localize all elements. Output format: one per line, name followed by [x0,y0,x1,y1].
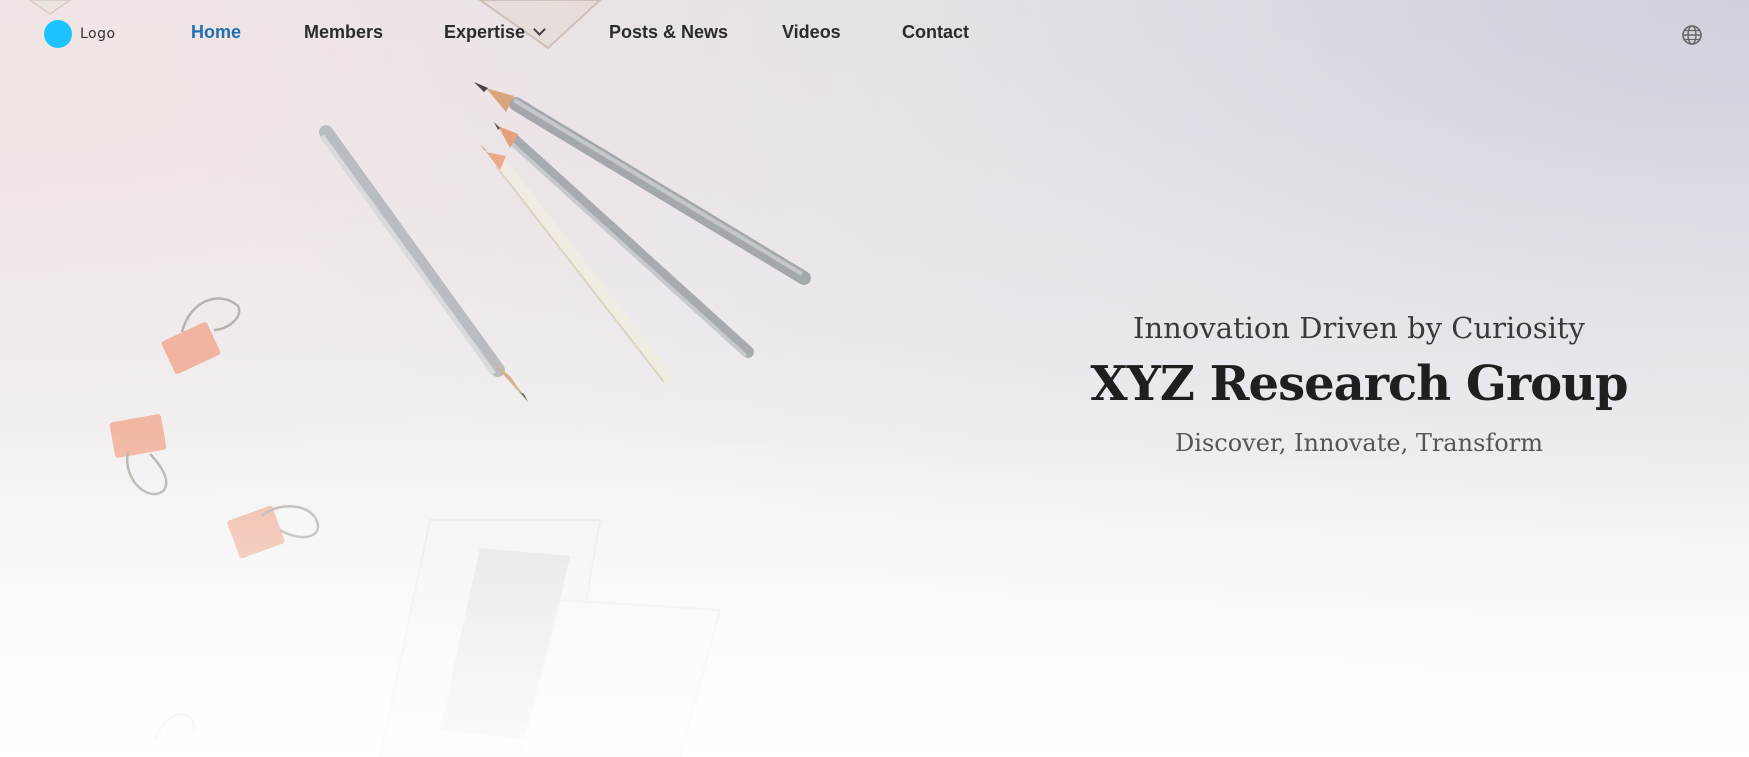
pencil-1 [319,125,528,402]
nav-item-expertise-label: Expertise [444,22,526,42]
globe-icon[interactable] [1681,24,1703,46]
logo-text: Logo [80,26,116,42]
nav-item-posts-news[interactable]: Posts & News [609,22,728,43]
hero-section: Innovation Driven by Curiosity XYZ Resea… [1000,308,1718,460]
nav-item-members[interactable]: Members [304,22,383,43]
nav-item-expertise[interactable]: Expertise [444,22,546,43]
hero-tagline: Innovation Driven by Curiosity [1133,311,1585,345]
hero-subtitle: Discover, Innovate, Transform [1175,429,1543,457]
nav-item-home[interactable]: Home [191,22,241,43]
logo[interactable]: Logo [44,20,116,48]
page: Logo Home Members Expertise Posts & News… [0,0,1749,757]
navbar: Logo Home Members Expertise Posts & News… [0,0,1749,68]
chevron-down-icon [533,23,546,36]
hero-title: XYZ Research Group [1090,356,1628,412]
nav-item-contact[interactable]: Contact [902,22,969,43]
logo-icon [44,20,72,48]
binder-clip-1 [161,297,241,374]
nav-item-videos[interactable]: Videos [782,22,841,43]
